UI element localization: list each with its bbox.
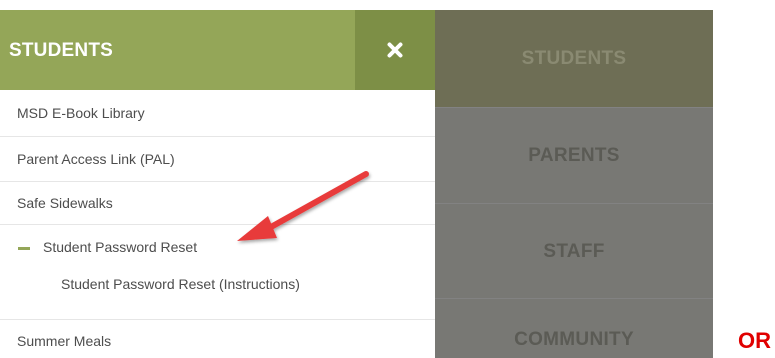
nav-staff-label: STAFF bbox=[543, 240, 605, 262]
submenu-item-password-reset-instructions[interactable]: Student Password Reset (Instructions) bbox=[61, 276, 300, 292]
main-nav-overlay: STUDENTS PARENTS STAFF COMMUNITY bbox=[435, 10, 713, 358]
panel-header: STUDENTS bbox=[0, 10, 435, 90]
menu-item-label: MSD E-Book Library bbox=[17, 105, 145, 121]
menu-item-label: Student Password Reset bbox=[43, 239, 198, 255]
close-icon bbox=[387, 42, 403, 58]
menu-item-label: Parent Access Link (PAL) bbox=[17, 151, 175, 167]
nav-parents-label: PARENTS bbox=[528, 145, 620, 166]
nav-community-label: COMMUNITY bbox=[514, 329, 634, 350]
nav-parents[interactable]: PARENTS bbox=[435, 107, 713, 204]
nav-students-label: STUDENTS bbox=[521, 47, 627, 69]
menu-item-parent-access-link[interactable]: Parent Access Link (PAL) bbox=[0, 137, 435, 182]
nav-staff[interactable]: STAFF bbox=[435, 203, 713, 299]
nav-students[interactable]: STUDENTS bbox=[435, 10, 713, 107]
menu-item-student-password-reset[interactable]: Student Password Reset Student Password … bbox=[0, 225, 435, 320]
nav-community[interactable]: COMMUNITY bbox=[435, 298, 713, 358]
or-annotation-label: OR bbox=[738, 328, 771, 353]
panel-title: STUDENTS bbox=[9, 40, 113, 61]
menu-item-ebook-library[interactable]: MSD E-Book Library bbox=[0, 90, 435, 137]
students-menu-panel: STUDENTS MSD E-Book Library Parent Acces… bbox=[0, 10, 435, 358]
menu-item-summer-meals[interactable]: Summer Meals bbox=[0, 320, 435, 358]
menu-item-label: Safe Sidewalks bbox=[17, 195, 113, 211]
active-indicator-icon bbox=[18, 247, 30, 250]
close-button[interactable] bbox=[355, 10, 435, 90]
menu-item-safe-sidewalks[interactable]: Safe Sidewalks bbox=[0, 182, 435, 225]
menu-item-label: Summer Meals bbox=[17, 333, 112, 349]
